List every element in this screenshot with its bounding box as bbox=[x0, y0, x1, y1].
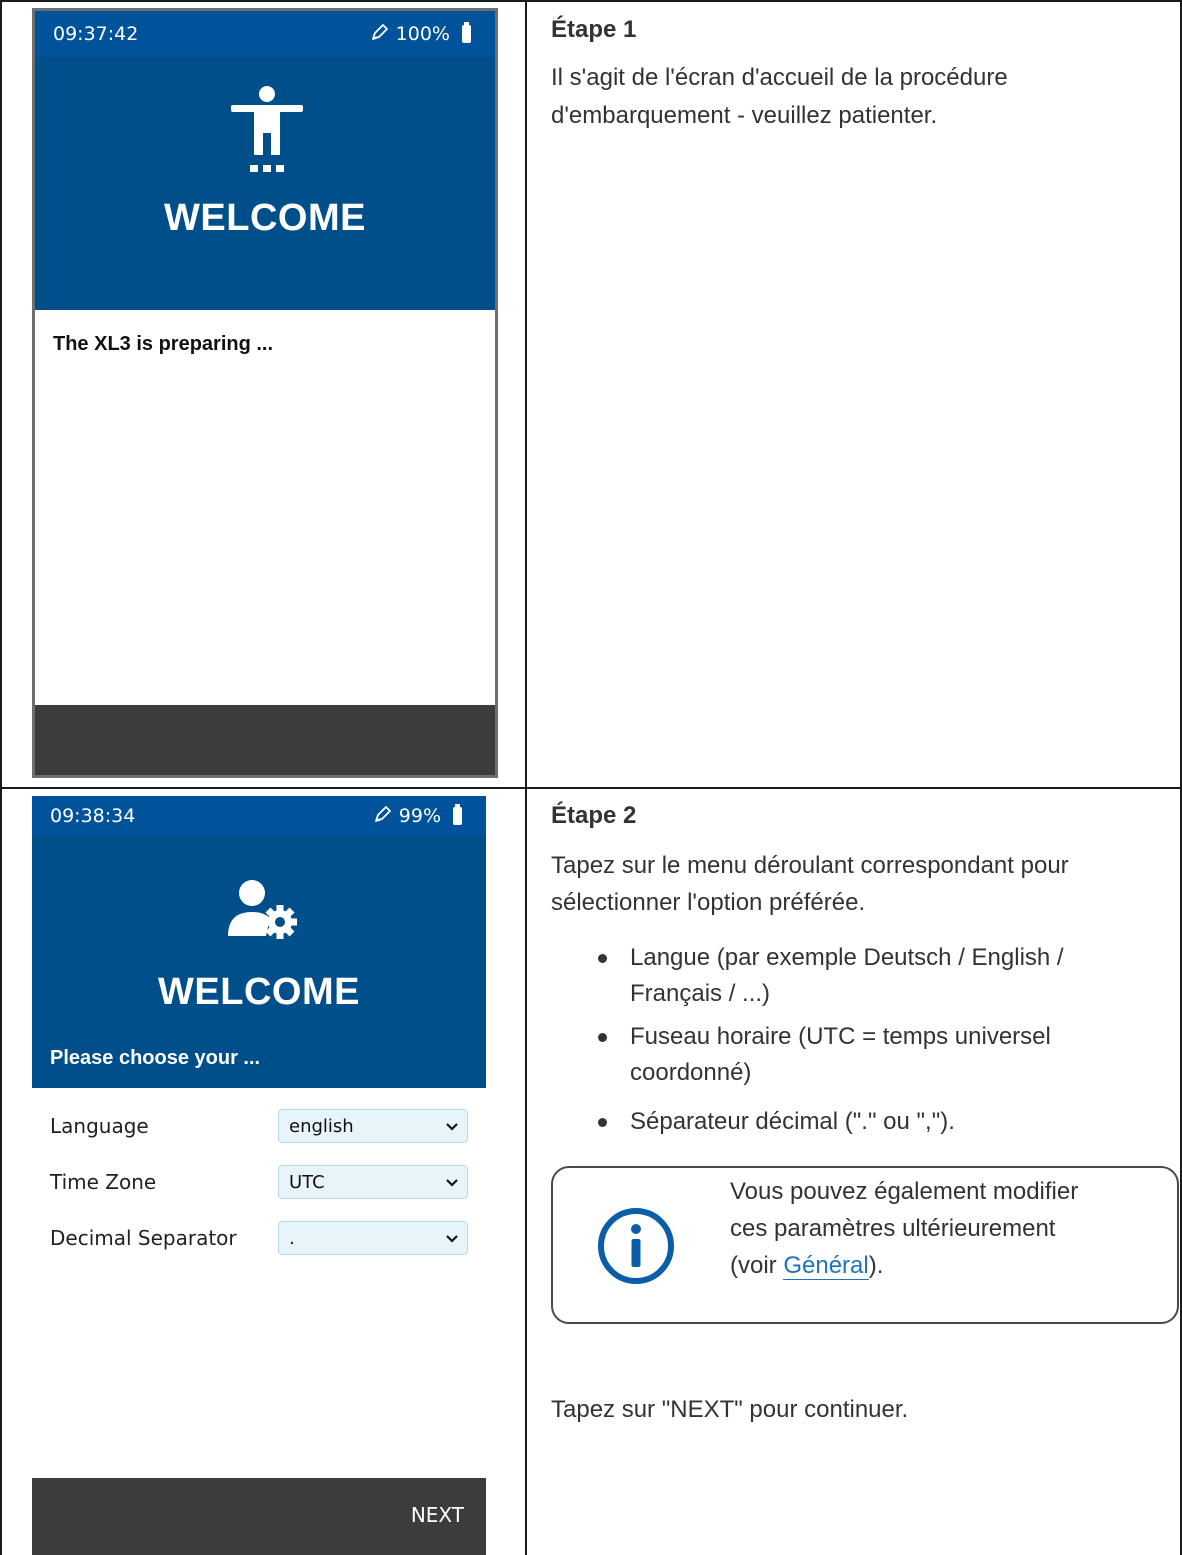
language-row: Language english bbox=[50, 1108, 468, 1144]
welcome-hero: WELCOME Please choose your ... bbox=[32, 836, 486, 1088]
step2-intro-line1: Tapez sur le menu déroulant correspondan… bbox=[551, 852, 1069, 879]
step2-intro-line2: sélectionner l'option préférée. bbox=[551, 889, 866, 916]
welcome-title: WELCOME bbox=[164, 197, 366, 239]
choose-label: Please choose your ... bbox=[50, 1047, 261, 1069]
bullet-dot bbox=[598, 954, 607, 963]
table-row-divider bbox=[0, 787, 1182, 789]
language-value: english bbox=[289, 1115, 354, 1137]
device-footer bbox=[35, 705, 495, 775]
bullet-dot bbox=[598, 1118, 607, 1127]
step1-text-line1: Il s'agit de l'écran d'accueil de la pro… bbox=[551, 64, 1008, 91]
decimal-separator-label: Decimal Separator bbox=[50, 1226, 237, 1250]
general-link[interactable]: Général bbox=[783, 1252, 869, 1280]
status-bar: 09:37:42 100% bbox=[35, 11, 495, 57]
chevron-down-icon bbox=[445, 1116, 459, 1137]
language-select[interactable]: english bbox=[278, 1109, 468, 1143]
note-line2: ces paramètres ultérieurement bbox=[730, 1215, 1056, 1242]
time-zone-row: Time Zone UTC bbox=[50, 1164, 468, 1200]
note-line1: Vous pouvez également modifier bbox=[730, 1178, 1079, 1205]
decimal-separator-value: . bbox=[289, 1227, 295, 1249]
battery-percent: 99% bbox=[398, 805, 441, 827]
time-zone-value: UTC bbox=[289, 1171, 325, 1193]
next-button[interactable]: NEXT bbox=[411, 1503, 464, 1527]
pen-icon bbox=[370, 22, 390, 47]
status-message: The XL3 is preparing ... bbox=[53, 333, 274, 355]
table-border-left bbox=[0, 0, 2, 1555]
status-bar: 09:38:34 99% bbox=[32, 796, 486, 836]
step2-outro: Tapez sur "NEXT" pour continuer. bbox=[551, 1396, 909, 1423]
step1-heading: Étape 1 bbox=[551, 16, 637, 43]
chevron-down-icon bbox=[445, 1228, 459, 1249]
info-icon bbox=[596, 1206, 676, 1291]
language-label: Language bbox=[50, 1114, 149, 1138]
info-note: Vous pouvez également modifier ces param… bbox=[551, 1166, 1179, 1324]
time-zone-label: Time Zone bbox=[50, 1170, 157, 1194]
step2-device-screen: 09:38:34 99% WELCOME Please choose your … bbox=[32, 796, 486, 1555]
chevron-down-icon bbox=[445, 1172, 459, 1193]
decimal-separator-row: Decimal Separator . bbox=[50, 1220, 468, 1256]
welcome-title: WELCOME bbox=[158, 971, 360, 1013]
battery-icon bbox=[453, 804, 462, 825]
note-line3: (voir Général). bbox=[730, 1252, 884, 1280]
device-footer: NEXT bbox=[32, 1478, 486, 1555]
user-settings-icon bbox=[222, 876, 302, 951]
accessibility-person-icon bbox=[227, 85, 307, 180]
time-zone-select[interactable]: UTC bbox=[278, 1165, 468, 1199]
status-time: 09:38:34 bbox=[50, 805, 136, 827]
welcome-hero: WELCOME bbox=[35, 57, 495, 310]
pen-icon bbox=[373, 804, 393, 829]
table-column-divider bbox=[525, 0, 527, 1555]
battery-percent: 100% bbox=[395, 23, 450, 45]
status-time: 09:37:42 bbox=[53, 23, 139, 45]
table-border-top bbox=[0, 0, 1182, 2]
step1-device-screen: 09:37:42 100% WELCOME The XL3 is prepari… bbox=[32, 8, 498, 778]
step1-text-line2: d'embarquement - veuillez patienter. bbox=[551, 102, 938, 129]
step2-heading: Étape 2 bbox=[551, 802, 637, 829]
battery-icon bbox=[462, 22, 471, 43]
bullet-dot bbox=[598, 1033, 607, 1042]
decimal-separator-select[interactable]: . bbox=[278, 1221, 468, 1255]
